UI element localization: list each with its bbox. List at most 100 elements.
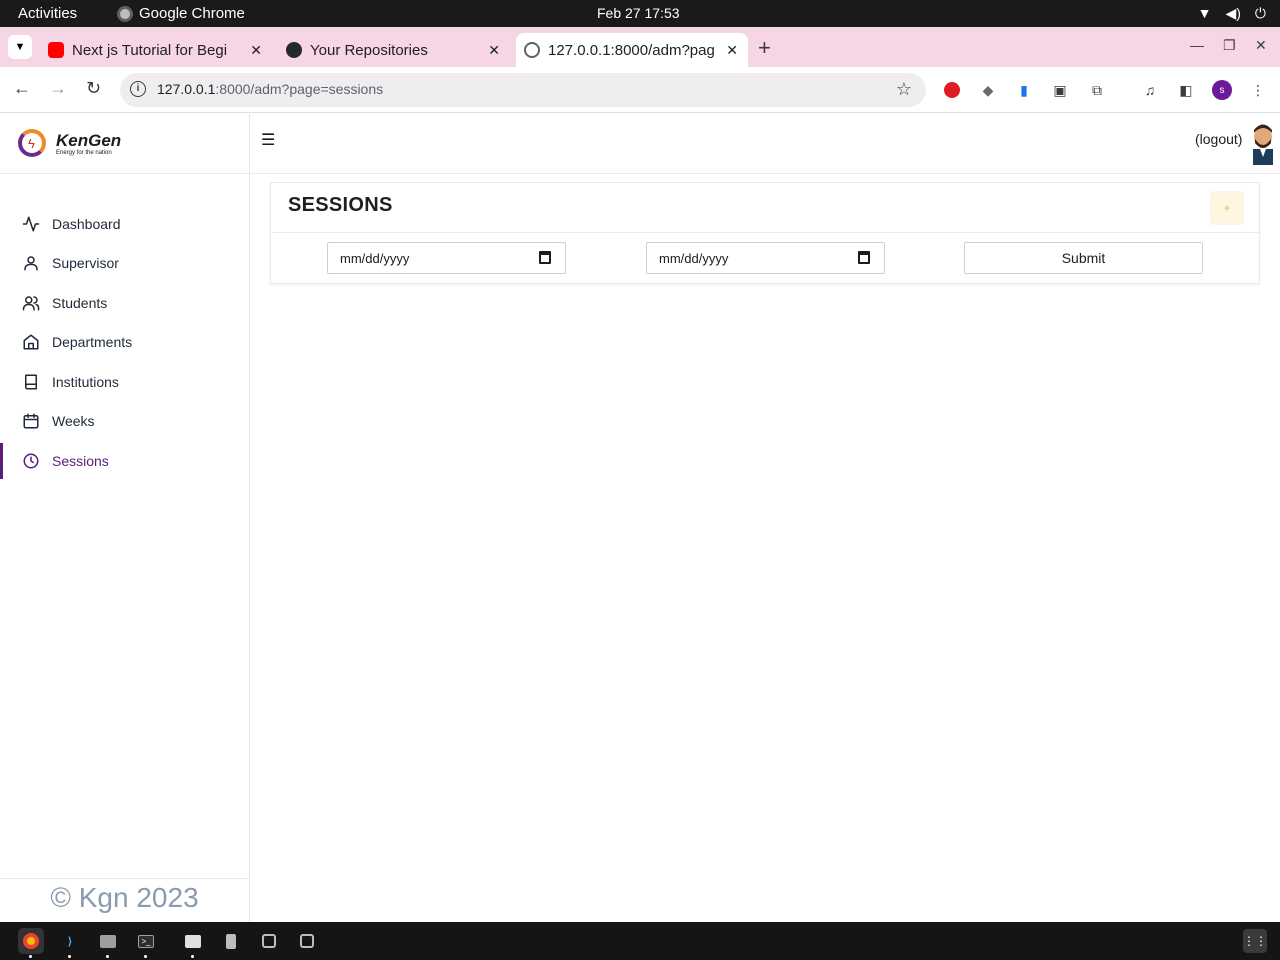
chrome-icon	[23, 933, 39, 949]
disk-icon	[262, 934, 276, 948]
dock-vscode[interactable]: ⟩	[57, 928, 83, 958]
sidebar-item-label: Weeks	[52, 413, 95, 430]
new-tab-button[interactable]: +	[758, 35, 771, 61]
submit-button[interactable]: Submit	[964, 242, 1203, 274]
app-menu[interactable]: Google Chrome	[117, 5, 245, 22]
tab-title: Next js Tutorial for Begi	[72, 41, 228, 59]
vscode-icon: ⟩	[67, 935, 73, 948]
clock[interactable]: Feb 27 17:53	[597, 5, 680, 21]
tab-youtube[interactable]: Next js Tutorial for Begi ✕	[40, 33, 272, 67]
brand-logo[interactable]: ϟ KenGen Energy for the nation	[0, 114, 249, 174]
sidebar-item-label: Sessions	[52, 452, 109, 469]
activity-icon	[22, 215, 40, 233]
extensions-icon[interactable]: ⧉	[1087, 80, 1107, 100]
user-icon	[22, 254, 40, 272]
tab-title: Your Repositories	[310, 41, 428, 59]
main-content: SESSIONS + mm/dd/yyyy mm/dd/yyyy Submit	[250, 174, 1280, 922]
sidebar: ϟ KenGen Energy for the nation Dashboard…	[0, 114, 250, 922]
calendar-picker-icon[interactable]	[539, 251, 551, 264]
logout-link[interactable]: (logout)	[1195, 131, 1242, 147]
bookmark-star-icon[interactable]: ☆	[896, 79, 912, 100]
calendar-picker-icon[interactable]	[858, 251, 870, 264]
system-top-bar: Activities Google Chrome Feb 27 17:53 ▼ …	[0, 0, 1280, 27]
tab-strip: ▼ Next js Tutorial for Begi ✕ Your Repos…	[0, 27, 1280, 67]
sidebar-item-label: Institutions	[52, 373, 119, 390]
window-close-button[interactable]: ✕	[1255, 37, 1267, 54]
sidebar-item-departments[interactable]: Departments	[0, 323, 249, 363]
dock-terminal[interactable]: >_	[133, 928, 159, 958]
sessions-card: SESSIONS + mm/dd/yyyy mm/dd/yyyy Submit	[270, 182, 1260, 284]
running-indicator	[144, 955, 147, 958]
close-icon[interactable]: ✕	[726, 42, 738, 59]
page-title: SESSIONS	[288, 194, 393, 216]
sidebar-item-label: Supervisor	[52, 255, 119, 272]
url-text[interactable]: 127.0.0.1:8000/adm?page=sessions	[157, 81, 383, 97]
dock-app-6[interactable]	[256, 928, 282, 954]
address-bar[interactable]: i 127.0.0.1:8000/adm?page=sessions ☆	[120, 73, 926, 107]
bookmark-extension-icon[interactable]: ▮	[1014, 80, 1034, 100]
sidebar-item-dashboard[interactable]: Dashboard	[0, 204, 249, 244]
reload-button[interactable]: ↻	[86, 78, 101, 99]
home-icon	[22, 333, 40, 351]
app-menu-label: Google Chrome	[139, 5, 245, 22]
sidebar-item-supervisor[interactable]: Supervisor	[0, 244, 249, 284]
puzzle-extension-icon[interactable]: ◆	[978, 80, 998, 100]
tab-search-button[interactable]: ▼	[8, 35, 32, 59]
date-placeholder: mm/dd/yyyy	[340, 251, 410, 266]
terminal-icon: >_	[138, 934, 154, 948]
users-icon	[22, 294, 40, 312]
power-icon: ⏻	[1254, 5, 1266, 21]
side-panel-icon[interactable]: ◧	[1176, 80, 1196, 100]
sidebar-item-label: Students	[52, 294, 108, 311]
minimize-button[interactable]: —	[1190, 37, 1204, 53]
brand-name: KenGen	[56, 131, 122, 150]
disk-icon	[300, 934, 314, 948]
sidebar-item-institutions[interactable]: Institutions	[0, 362, 249, 402]
dock-chrome[interactable]	[18, 928, 44, 958]
wifi-icon: ▼	[1197, 5, 1212, 21]
chrome-menu-icon[interactable]: ⋮	[1248, 80, 1268, 100]
sidebar-item-label: Dashboard	[52, 215, 121, 232]
taskbar: ⟩ >_ ⋮⋮	[0, 922, 1280, 960]
tab-active[interactable]: 127.0.0.1:8000/adm?pag ✕	[516, 33, 748, 67]
running-indicator	[191, 955, 194, 958]
brand-tagline: Energy for the nation	[56, 150, 112, 156]
youtube-icon	[48, 42, 64, 58]
dock-app-5[interactable]	[218, 928, 244, 954]
globe-icon	[524, 42, 540, 58]
dock-viewer[interactable]	[180, 928, 206, 958]
sidebar-nav: Dashboard Supervisor Students Department…	[0, 204, 249, 481]
app-header: ☰ (logout)	[250, 114, 1280, 174]
sidebar-item-students[interactable]: Students	[0, 283, 249, 323]
github-icon	[286, 42, 302, 58]
sidebar-footer: © Kgn 2023	[0, 878, 249, 922]
back-button[interactable]: ←	[13, 78, 31, 99]
add-session-button[interactable]: +	[1210, 191, 1244, 225]
running-indicator	[68, 955, 71, 958]
running-indicator	[106, 955, 109, 958]
restore-button[interactable]: ❐	[1223, 37, 1236, 54]
sidebar-item-weeks[interactable]: Weeks	[0, 402, 249, 442]
menu-toggle-icon[interactable]: ☰	[261, 130, 275, 150]
show-apps-grid-icon[interactable]: ⋮⋮	[1243, 929, 1267, 953]
activities-button[interactable]: Activities	[18, 5, 77, 22]
system-tray[interactable]: ▼ ◀) ⏻	[1198, 5, 1266, 22]
image-viewer-icon	[185, 934, 201, 948]
media-control-icon[interactable]: ♫	[1140, 80, 1160, 100]
end-date-input[interactable]: mm/dd/yyyy	[646, 242, 885, 274]
start-date-input[interactable]: mm/dd/yyyy	[327, 242, 566, 274]
robot-extension-icon[interactable]: ▣	[1050, 80, 1070, 100]
site-info-icon[interactable]: i	[130, 81, 146, 97]
running-indicator	[29, 955, 32, 958]
close-icon[interactable]: ✕	[488, 42, 500, 59]
forward-button[interactable]: →	[49, 78, 67, 99]
profile-avatar[interactable]: s	[1212, 80, 1232, 100]
avatar[interactable]	[1247, 121, 1279, 165]
sidebar-item-sessions[interactable]: Sessions	[0, 441, 249, 481]
tab-github[interactable]: Your Repositories ✕	[278, 33, 510, 67]
adblock-extension-icon[interactable]	[942, 80, 962, 100]
dock-app-7[interactable]	[294, 928, 320, 954]
dock-files[interactable]	[95, 928, 121, 958]
tab-title: 127.0.0.1:8000/adm?pag	[548, 41, 715, 59]
close-icon[interactable]: ✕	[250, 42, 262, 59]
